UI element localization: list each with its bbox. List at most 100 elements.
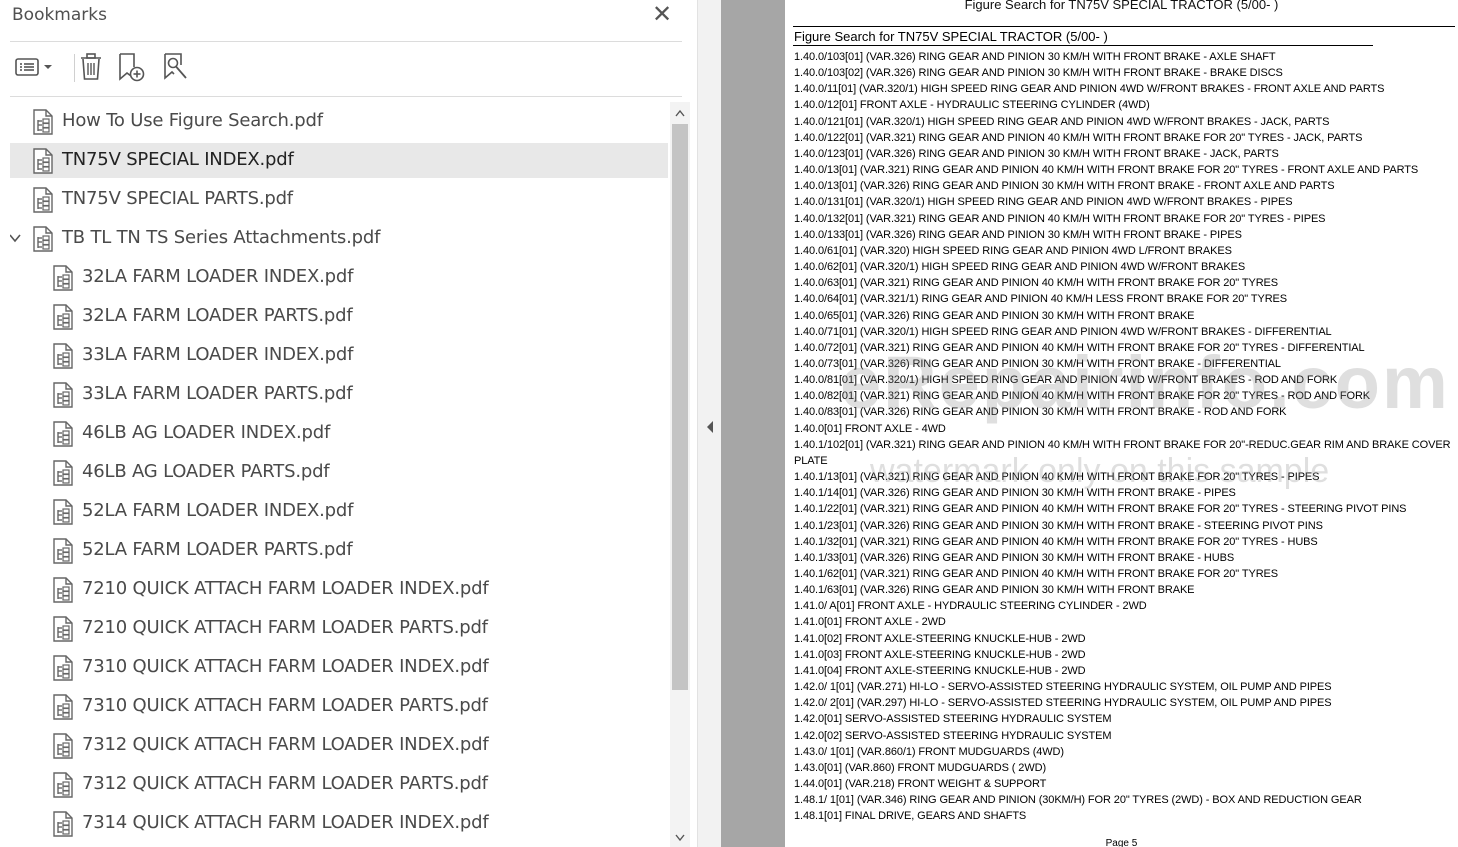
- bookmark-label: 33LA FARM LOADER PARTS.pdf: [82, 383, 353, 404]
- figure-entry[interactable]: 1.40.0/123[01] (VAR.326) RING GEAR AND P…: [794, 146, 1458, 162]
- figure-entry[interactable]: 1.40.0/62[01] (VAR.320/1) HIGH SPEED RIN…: [794, 259, 1458, 275]
- figure-entry[interactable]: 1.40.0/64[01] (VAR.321/1) RING GEAR AND …: [794, 291, 1458, 307]
- figure-entry[interactable]: 1.40.1/102[01] (VAR.321) RING GEAR AND P…: [794, 437, 1458, 469]
- figure-entry[interactable]: 1.43.0/ 1[01] (VAR.860/1) FRONT MUDGUARD…: [794, 744, 1458, 760]
- bookmark-item[interactable]: TN75V SPECIAL PARTS.pdf: [10, 182, 668, 217]
- pdf-file-icon: [52, 655, 74, 681]
- figure-entry[interactable]: 1.40.1/23[01] (VAR.326) RING GEAR AND PI…: [794, 518, 1458, 534]
- bookmark-item[interactable]: 52LA FARM LOADER PARTS.pdf: [10, 533, 668, 568]
- bookmark-item[interactable]: 7310 QUICK ATTACH FARM LOADER PARTS.pdf: [10, 689, 668, 724]
- collapse-arrow-icon[interactable]: [704, 418, 716, 436]
- figure-entry[interactable]: 1.40.0/65[01] (VAR.326) RING GEAR AND PI…: [794, 308, 1458, 324]
- figure-entry[interactable]: 1.40.0/13[01] (VAR.321) RING GEAR AND PI…: [794, 162, 1458, 178]
- figure-entry[interactable]: 1.48.1/ 1[01] (VAR.346) RING GEAR AND PI…: [794, 792, 1458, 808]
- figure-entry[interactable]: 1.40.0/13[01] (VAR.326) RING GEAR AND PI…: [794, 178, 1458, 194]
- trash-icon[interactable]: [76, 50, 106, 84]
- figure-entry[interactable]: 1.40.0/103[02] (VAR.326) RING GEAR AND P…: [794, 65, 1458, 81]
- figure-entry[interactable]: 1.42.0/ 2[01] (VAR.297) HI-LO - SERVO-AS…: [794, 695, 1458, 711]
- scroll-up-icon[interactable]: [670, 105, 690, 121]
- figure-entry[interactable]: 1.40.0/132[01] (VAR.321) RING GEAR AND P…: [794, 211, 1458, 227]
- figure-entry[interactable]: 1.40.0/133[01] (VAR.326) RING GEAR AND P…: [794, 227, 1458, 243]
- bookmark-item[interactable]: 52LA FARM LOADER INDEX.pdf: [10, 494, 668, 529]
- add-bookmark-icon[interactable]: [114, 50, 148, 84]
- page-number: Page 5: [1105, 838, 1138, 847]
- scroll-down-icon[interactable]: [670, 830, 690, 846]
- figure-entry[interactable]: 1.40.1/63[01] (VAR.326) RING GEAR AND PI…: [794, 582, 1458, 598]
- bookmark-item[interactable]: 7312 QUICK ATTACH FARM LOADER PARTS.pdf: [10, 767, 668, 802]
- figure-entry[interactable]: 1.40.0/121[01] (VAR.320/1) HIGH SPEED RI…: [794, 114, 1458, 130]
- figure-entry[interactable]: 1.40.0/103[01] (VAR.326) RING GEAR AND P…: [794, 49, 1458, 65]
- figure-entry[interactable]: 1.40.0/61[01] (VAR.320) HIGH SPEED RING …: [794, 243, 1458, 259]
- document-page: Figure Search for TN75V SPECIAL TRACTOR …: [785, 0, 1458, 847]
- figure-entry[interactable]: 1.40.1/13[01] (VAR.321) RING GEAR AND PI…: [794, 469, 1458, 485]
- figure-entry[interactable]: 1.40.1/62[01] (VAR.321) RING GEAR AND PI…: [794, 566, 1458, 582]
- figure-entry[interactable]: 1.40.0/63[01] (VAR.321) RING GEAR AND PI…: [794, 275, 1458, 291]
- bookmark-item[interactable]: 7310 QUICK ATTACH FARM LOADER INDEX.pdf: [10, 650, 668, 685]
- figure-entry[interactable]: 1.40.0/12[01] FRONT AXLE - HYDRAULIC STE…: [794, 97, 1458, 113]
- bookmarks-panel: Bookmarks ✕ How To Use Figure Search.pdf…: [0, 0, 697, 847]
- figure-entry[interactable]: 1.40.0/82[01] (VAR.321) RING GEAR AND PI…: [794, 388, 1458, 404]
- divider: [10, 96, 682, 97]
- panel-collapse-strip[interactable]: [697, 0, 721, 847]
- pdf-file-icon: [52, 460, 74, 486]
- bookmark-item[interactable]: 33LA FARM LOADER PARTS.pdf: [10, 377, 668, 412]
- bookmark-label: TB TL TN TS Series Attachments.pdf: [62, 227, 381, 248]
- scrollbar[interactable]: [670, 102, 690, 847]
- figure-entry[interactable]: 1.40.0/73[01] (VAR.326) RING GEAR AND PI…: [794, 356, 1458, 372]
- close-icon[interactable]: ✕: [650, 2, 674, 26]
- pdf-file-icon: [52, 772, 74, 798]
- bookmark-item[interactable]: 33LA FARM LOADER INDEX.pdf: [10, 338, 668, 373]
- bookmark-label: 7312 QUICK ATTACH FARM LOADER PARTS.pdf: [82, 773, 488, 794]
- bookmark-label: 32LA FARM LOADER PARTS.pdf: [82, 305, 353, 326]
- figure-entry[interactable]: 1.42.0[01] SERVO-ASSISTED STEERING HYDRA…: [794, 711, 1458, 727]
- pdf-file-icon: [32, 226, 54, 252]
- pdf-file-icon: [52, 616, 74, 642]
- bookmark-label: 32LA FARM LOADER INDEX.pdf: [82, 266, 354, 287]
- chevron-down-icon[interactable]: [10, 231, 22, 245]
- figure-entry[interactable]: 1.40.0/81[01] (VAR.320/1) HIGH SPEED RIN…: [794, 372, 1458, 388]
- figure-entry[interactable]: 1.40.1/22[01] (VAR.321) RING GEAR AND PI…: [794, 501, 1458, 517]
- bookmark-label: 52LA FARM LOADER PARTS.pdf: [82, 539, 353, 560]
- bookmark-item[interactable]: How To Use Figure Search.pdf: [10, 104, 668, 139]
- figure-entry[interactable]: 1.40.0/83[01] (VAR.326) RING GEAR AND PI…: [794, 404, 1458, 420]
- bookmark-item[interactable]: 32LA FARM LOADER PARTS.pdf: [10, 299, 668, 334]
- pdf-file-icon: [52, 304, 74, 330]
- bookmark-item[interactable]: 7312 QUICK ATTACH FARM LOADER INDEX.pdf: [10, 728, 668, 763]
- figure-entry[interactable]: 1.42.0[02] SERVO-ASSISTED STEERING HYDRA…: [794, 728, 1458, 744]
- bookmark-item[interactable]: 7210 QUICK ATTACH FARM LOADER INDEX.pdf: [10, 572, 668, 607]
- figure-entry[interactable]: 1.48.1[01] FINAL DRIVE, GEARS AND SHAFTS: [794, 808, 1458, 824]
- figure-entry[interactable]: 1.40.0/71[01] (VAR.320/1) HIGH SPEED RIN…: [794, 324, 1458, 340]
- find-bookmark-icon[interactable]: [158, 50, 192, 84]
- figure-entry[interactable]: 1.41.0/ A[01] FRONT AXLE - HYDRAULIC STE…: [794, 598, 1458, 614]
- figure-entry[interactable]: 1.40.0/11[01] (VAR.320/1) HIGH SPEED RIN…: [794, 81, 1458, 97]
- figure-entry[interactable]: 1.41.0[01] FRONT AXLE - 2WD: [794, 614, 1458, 630]
- figure-entry[interactable]: 1.40.1/32[01] (VAR.321) RING GEAR AND PI…: [794, 534, 1458, 550]
- bookmark-item[interactable]: 7210 QUICK ATTACH FARM LOADER PARTS.pdf: [10, 611, 668, 646]
- pdf-file-icon: [32, 148, 54, 174]
- bookmark-item[interactable]: 46LB AG LOADER INDEX.pdf: [10, 416, 668, 451]
- list-options-icon[interactable]: [10, 50, 56, 84]
- bookmark-label: 46LB AG LOADER INDEX.pdf: [82, 422, 331, 443]
- pdf-file-icon: [52, 811, 74, 837]
- figure-entry[interactable]: 1.44.0[01] (VAR.218) FRONT WEIGHT & SUPP…: [794, 776, 1458, 792]
- figure-entry[interactable]: 1.42.0/ 1[01] (VAR.271) HI-LO - SERVO-AS…: [794, 679, 1458, 695]
- figure-entry[interactable]: 1.40.1/33[01] (VAR.326) RING GEAR AND PI…: [794, 550, 1458, 566]
- pdf-file-icon: [52, 538, 74, 564]
- scrollbar-thumb[interactable]: [672, 124, 688, 690]
- figure-entry[interactable]: 1.40.1/14[01] (VAR.326) RING GEAR AND PI…: [794, 485, 1458, 501]
- figure-entry[interactable]: 1.40.0/72[01] (VAR.321) RING GEAR AND PI…: [794, 340, 1458, 356]
- bookmark-item[interactable]: 46LB AG LOADER PARTS.pdf: [10, 455, 668, 490]
- figure-entry[interactable]: 1.40.0[01] FRONT AXLE - 4WD: [794, 421, 1458, 437]
- bookmark-label: 7314 QUICK ATTACH FARM LOADER INDEX.pdf: [82, 812, 489, 833]
- figure-entry[interactable]: 1.41.0[02] FRONT AXLE-STEERING KNUCKLE-H…: [794, 631, 1458, 647]
- figure-entry[interactable]: 1.41.0[03] FRONT AXLE-STEERING KNUCKLE-H…: [794, 647, 1458, 663]
- figure-entry[interactable]: 1.40.0/122[01] (VAR.321) RING GEAR AND P…: [794, 130, 1458, 146]
- bookmark-item[interactable]: 32LA FARM LOADER INDEX.pdf: [10, 260, 668, 295]
- figure-entry[interactable]: 1.41.0[04] FRONT AXLE-STEERING KNUCKLE-H…: [794, 663, 1458, 679]
- bookmark-item[interactable]: TB TL TN TS Series Attachments.pdf: [10, 221, 668, 256]
- pdf-file-icon: [52, 733, 74, 759]
- bookmark-item[interactable]: 7314 QUICK ATTACH FARM LOADER INDEX.pdf: [10, 806, 668, 841]
- figure-entry[interactable]: 1.40.0/131[01] (VAR.320/1) HIGH SPEED RI…: [794, 194, 1458, 210]
- figure-entry[interactable]: 1.43.0[01] (VAR.860) FRONT MUDGUARDS ( 2…: [794, 760, 1458, 776]
- bookmark-item[interactable]: TN75V SPECIAL INDEX.pdf: [10, 143, 668, 178]
